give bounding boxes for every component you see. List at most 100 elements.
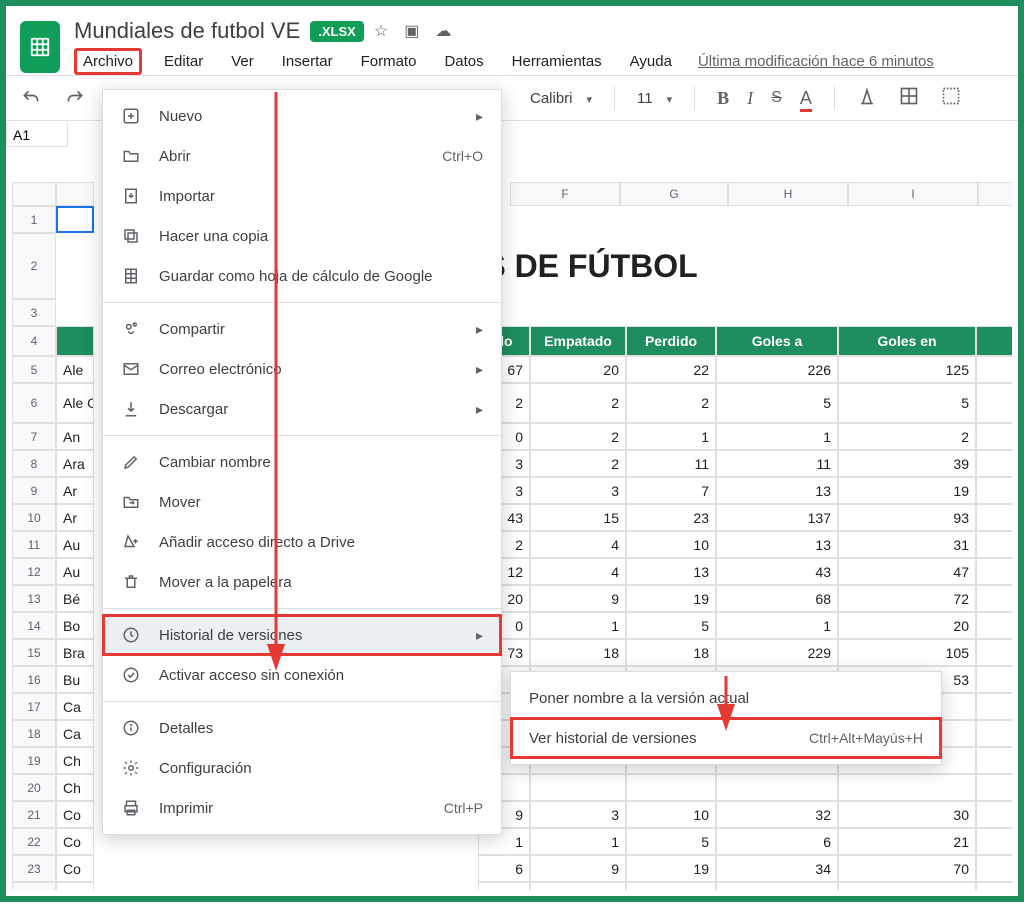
cell-r5-c2[interactable]: 22 — [626, 356, 716, 383]
row-head-10[interactable]: 10 — [12, 504, 56, 531]
col-head-H[interactable]: H — [728, 182, 848, 206]
cell-r21-c5[interactable]: 2 — [976, 801, 1012, 828]
cell-r9-c4[interactable]: 19 — [838, 477, 976, 504]
cell-r10-c2[interactable]: 23 — [626, 504, 716, 531]
cell-r20-c3[interactable] — [716, 774, 838, 801]
cell-r13-c2[interactable]: 19 — [626, 585, 716, 612]
cell-r24-c4[interactable]: 14 — [838, 882, 976, 890]
cell-A19[interactable]: Ch — [56, 747, 94, 774]
menu-ver[interactable]: Ver — [225, 49, 260, 74]
cell-A7[interactable]: An — [56, 423, 94, 450]
menu-item-mover[interactable]: Mover — [103, 482, 501, 522]
row-head-3[interactable]: 3 — [12, 299, 56, 326]
cell-r6-c3[interactable]: 5 — [716, 383, 838, 423]
row-head-23[interactable]: 23 — [12, 855, 56, 882]
cell-A16[interactable]: Bu — [56, 666, 94, 693]
cell-r18-c5[interactable]: -5 — [976, 720, 1012, 747]
row-head-19[interactable]: 19 — [12, 747, 56, 774]
borders-button[interactable] — [899, 86, 919, 110]
cell-A6[interactable]: Ale Or — [56, 383, 94, 423]
cell-r11-c1[interactable]: 4 — [530, 531, 626, 558]
bold-button[interactable]: B — [717, 88, 729, 109]
cell-r14-c2[interactable]: 5 — [626, 612, 716, 639]
menu-item-a-adir-acceso-directo-a-drive[interactable]: Añadir acceso directo a Drive — [103, 522, 501, 562]
menu-formato[interactable]: Formato — [355, 49, 423, 74]
merge-cells-button[interactable] — [941, 86, 961, 110]
menu-item-importar[interactable]: Importar — [103, 176, 501, 216]
cell-r14-c4[interactable]: 20 — [838, 612, 976, 639]
row-head-8[interactable]: 8 — [12, 450, 56, 477]
cell-r16-c5[interactable]: -31 — [976, 666, 1012, 693]
cell-r14-c1[interactable]: 1 — [530, 612, 626, 639]
cell-r5-c1[interactable]: 20 — [530, 356, 626, 383]
cell-r21-c4[interactable]: 30 — [838, 801, 976, 828]
cell-r23-c3[interactable]: 34 — [716, 855, 838, 882]
row-head-15[interactable]: 15 — [12, 639, 56, 666]
row-head-16[interactable]: 16 — [12, 666, 56, 693]
menu-editar[interactable]: Editar — [158, 49, 209, 74]
cell-r8-c1[interactable]: 2 — [530, 450, 626, 477]
row-head-1[interactable]: 1 — [12, 206, 56, 233]
cell-A8[interactable]: Ara — [56, 450, 94, 477]
cell-r12-c3[interactable]: 43 — [716, 558, 838, 585]
sheets-app-icon[interactable] — [20, 21, 60, 73]
cell-r20-c5[interactable]: -9 — [976, 774, 1012, 801]
cell-r22-c3[interactable]: 6 — [716, 828, 838, 855]
cell-r20-c1[interactable] — [530, 774, 626, 801]
menu-item-activar-acceso-sin-conexi-n[interactable]: Activar acceso sin conexión — [103, 655, 501, 695]
menu-item-nuevo[interactable]: Nuevo▸ — [103, 96, 501, 136]
cell-r5-c4[interactable]: 125 — [838, 356, 976, 383]
cell-r5-c3[interactable]: 226 — [716, 356, 838, 383]
row-head-22[interactable]: 22 — [12, 828, 56, 855]
font-name-select[interactable]: Calibri — [530, 90, 592, 107]
star-icon[interactable]: ☆ — [374, 21, 388, 41]
cell-r24-c3[interactable]: 13 — [716, 882, 838, 890]
row-head-5[interactable]: 5 — [12, 356, 56, 383]
cell-A18[interactable]: Ca — [56, 720, 94, 747]
cell-A10[interactable]: Ar — [56, 504, 94, 531]
cell-A14[interactable]: Bo — [56, 612, 94, 639]
cell-r17-c5[interactable]: -25 — [976, 693, 1012, 720]
cell-r7-c3[interactable]: 1 — [716, 423, 838, 450]
cell-A12[interactable]: Au — [56, 558, 94, 585]
cell-A11[interactable]: Au — [56, 531, 94, 558]
cell-r5-c5[interactable]: 101 — [976, 356, 1012, 383]
cell-A23[interactable]: Co — [56, 855, 94, 882]
row-head-4[interactable]: 4 — [12, 326, 56, 356]
cell-r15-c3[interactable]: 229 — [716, 639, 838, 666]
move-to-drive-icon[interactable]: ▣ — [404, 21, 419, 41]
menu-item-guardar-como-hoja-de-c-lculo-de-google[interactable]: Guardar como hoja de cálculo de Google — [103, 256, 501, 296]
cell-r23-c0[interactable]: 6 — [478, 855, 530, 882]
cell-r14-c5[interactable]: -19 — [976, 612, 1012, 639]
cell-r15-c4[interactable]: 105 — [838, 639, 976, 666]
cell-r23-c5[interactable]: -36 — [976, 855, 1012, 882]
menu-item-compartir[interactable]: Compartir▸ — [103, 309, 501, 349]
cell-r11-c2[interactable]: 10 — [626, 531, 716, 558]
cell-r8-c5[interactable]: -28 — [976, 450, 1012, 477]
col-head-G[interactable]: G — [620, 182, 728, 206]
cell-r23-c4[interactable]: 70 — [838, 855, 976, 882]
col-head-F[interactable]: F — [510, 182, 620, 206]
cell-r24-c0[interactable]: 3 — [478, 882, 530, 890]
menu-item-hacer-una-copia[interactable]: Hacer una copia — [103, 216, 501, 256]
row-head-13[interactable]: 13 — [12, 585, 56, 612]
row-head-21[interactable]: 21 — [12, 801, 56, 828]
cell-r7-c5[interactable]: -1 — [976, 423, 1012, 450]
submenu-item-ver-historial-de-versiones[interactable]: Ver historial de versionesCtrl+Alt+Mayús… — [511, 718, 941, 758]
col-head-A[interactable] — [56, 182, 94, 206]
cell-r6-c2[interactable]: 2 — [626, 383, 716, 423]
row-head-9[interactable]: 9 — [12, 477, 56, 504]
name-box[interactable]: A1 — [6, 123, 68, 147]
row-head-6[interactable]: 6 — [12, 383, 56, 423]
col-head-I[interactable]: I — [848, 182, 978, 206]
cell-A22[interactable]: Co — [56, 828, 94, 855]
cell-A9[interactable]: Ar — [56, 477, 94, 504]
font-size-select[interactable]: 11 — [637, 90, 672, 107]
cell-A5[interactable]: Ale — [56, 356, 94, 383]
cell-r10-c4[interactable]: 93 — [838, 504, 976, 531]
italic-button[interactable]: I — [747, 88, 753, 109]
cell-r24-c5[interactable]: -1 — [976, 882, 1012, 890]
cell-r8-c3[interactable]: 11 — [716, 450, 838, 477]
menu-item-descargar[interactable]: Descargar▸ — [103, 389, 501, 429]
cell-r6-c4[interactable]: 5 — [838, 383, 976, 423]
